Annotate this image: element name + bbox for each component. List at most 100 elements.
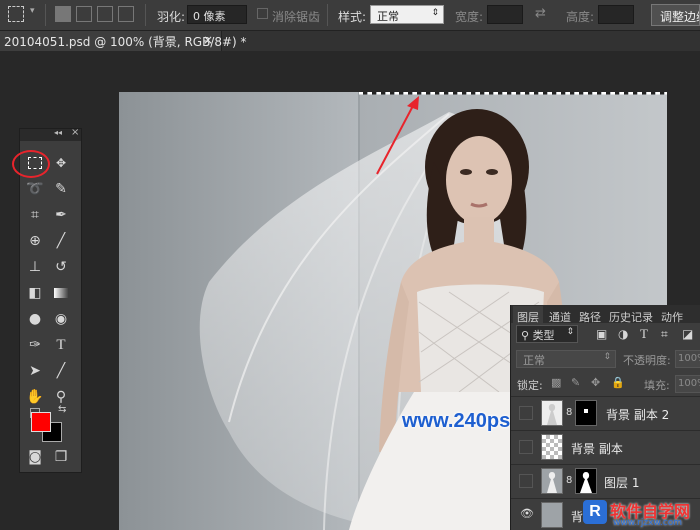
- layer-thumbnail: [541, 434, 563, 460]
- close-icon[interactable]: ×: [71, 127, 79, 138]
- tab-paths[interactable]: 路径: [579, 309, 601, 325]
- blend-mode-select[interactable]: 正常 ⇕: [516, 350, 616, 368]
- feather-input[interactable]: 0 像素: [187, 5, 247, 24]
- blur-tool[interactable]: ●: [25, 309, 45, 329]
- fill-input[interactable]: 100%: [675, 375, 700, 393]
- collapse-icon[interactable]: ◂◂: [54, 128, 62, 137]
- smart-object-filter-icon[interactable]: ◪: [682, 327, 693, 341]
- tab-history[interactable]: 历史记录: [609, 309, 653, 325]
- type-tool[interactable]: T: [51, 335, 71, 355]
- bride-photo-icon: [547, 472, 557, 493]
- tab-actions[interactable]: 动作: [661, 309, 683, 325]
- drop-icon: ●: [28, 311, 42, 327]
- crop-icon: ⌗: [31, 207, 39, 223]
- eyedropper-tool[interactable]: ✒: [51, 205, 71, 225]
- line-tool[interactable]: ╱: [51, 361, 71, 381]
- add-to-selection-icon[interactable]: [76, 6, 92, 22]
- dodge-tool[interactable]: ◉: [51, 309, 71, 329]
- visibility-toggle[interactable]: [519, 474, 533, 488]
- healing-brush-tool[interactable]: ⊕: [25, 231, 45, 251]
- style-select[interactable]: 正常 ⇕: [370, 5, 444, 24]
- screen-mode-button[interactable]: ❐: [51, 447, 71, 467]
- search-icon: ⚲: [521, 329, 533, 342]
- quick-selection-tool[interactable]: ✎: [51, 179, 71, 199]
- eraser-tool[interactable]: ◧: [25, 283, 45, 303]
- opacity-input[interactable]: 100%: [675, 350, 700, 368]
- layer-row[interactable]: 背景 副本: [511, 430, 700, 464]
- visibility-toggle[interactable]: [519, 440, 533, 454]
- visibility-toggle[interactable]: [519, 406, 533, 420]
- brush-tool[interactable]: ╱: [51, 231, 71, 251]
- image-filter-icon[interactable]: ▣: [596, 327, 607, 341]
- site-logo: R 软件自学网 www.rjzxw.com: [583, 497, 700, 530]
- layer-thumbnail: [541, 468, 563, 494]
- close-icon[interactable]: ×: [203, 33, 213, 47]
- preset-dropdown-icon[interactable]: ▾: [30, 6, 35, 16]
- mask-dot: [584, 409, 588, 413]
- link-icon[interactable]: 8: [566, 475, 572, 486]
- lock-label: 锁定:: [517, 379, 543, 392]
- type-filter-icon[interactable]: T: [640, 326, 648, 342]
- adjustment-filter-icon[interactable]: ◑: [618, 327, 628, 341]
- layer-thumbnail: [541, 502, 563, 528]
- layer-row[interactable]: 8 背景 副本 2: [511, 396, 700, 430]
- swap-dimensions-icon[interactable]: ⇄: [535, 6, 546, 21]
- foreground-color-swatch[interactable]: [31, 412, 51, 432]
- layer-name: 背景 副本 2: [606, 408, 670, 422]
- brush-icon: ╱: [56, 233, 66, 249]
- bandage-icon: ⊕: [29, 233, 41, 249]
- layer-row[interactable]: 8 图层 1: [511, 464, 700, 498]
- hand-tool[interactable]: ✋: [25, 387, 45, 407]
- subtract-from-selection-icon[interactable]: [97, 6, 113, 22]
- type-icon: T: [56, 336, 66, 353]
- height-input[interactable]: [598, 5, 634, 24]
- width-label: 宽度:: [455, 10, 484, 24]
- quick-selection-icon: ✎: [55, 181, 67, 197]
- path-selection-tool[interactable]: ➤: [25, 361, 45, 381]
- chevron-down-icon: ⇕: [566, 327, 574, 337]
- pen-tool[interactable]: ✑: [25, 335, 45, 355]
- fill-label: 填充:: [644, 379, 670, 392]
- antialias-checkbox[interactable]: [257, 8, 268, 19]
- lock-position-icon[interactable]: ✥: [591, 376, 600, 389]
- tab-channels[interactable]: 通道: [549, 309, 571, 325]
- lasso-tool[interactable]: ➰: [25, 179, 45, 199]
- hand-icon: ✋: [26, 389, 44, 405]
- history-brush-tool[interactable]: ↺: [51, 257, 71, 277]
- marquee-tool-preset-icon[interactable]: [8, 6, 24, 22]
- lock-all-icon[interactable]: 🔒: [611, 376, 625, 389]
- tab-layers[interactable]: 图层: [517, 309, 539, 325]
- chevron-down-icon: ⇕: [431, 8, 439, 18]
- crop-tool[interactable]: ⌗: [25, 205, 45, 225]
- layer-thumbnail: [541, 400, 563, 426]
- refine-edge-button[interactable]: 调整边缘: [651, 4, 700, 26]
- new-selection-icon[interactable]: [55, 6, 71, 22]
- toolbox-header: ◂◂ ×: [20, 127, 81, 141]
- lock-pixels-icon[interactable]: ✎: [571, 376, 580, 389]
- screen-mode-icon: ❐: [54, 449, 68, 465]
- gradient-icon: [54, 288, 68, 298]
- eye-icon[interactable]: 👁: [520, 507, 534, 520]
- gradient-tool[interactable]: [51, 283, 71, 303]
- shape-filter-icon[interactable]: ⌗: [661, 327, 668, 342]
- intersect-selection-icon[interactable]: [118, 6, 134, 22]
- layer-name: 图层 1: [604, 476, 640, 490]
- logo-badge-icon: R: [583, 500, 607, 524]
- toolbox-panel: ◂◂ × ✥ ➰ ✎ ⌗ ✒ ⊕ ╱ ⊥ ↺ ◧ ● ◉ ✑ T ➤ ╱ ✋ ⚲…: [12, 127, 82, 473]
- pen-icon: ✑: [29, 337, 41, 353]
- move-tool[interactable]: ✥: [51, 153, 71, 173]
- lock-transparent-icon[interactable]: ▩: [551, 376, 561, 389]
- clone-stamp-tool[interactable]: ⊥: [25, 257, 45, 277]
- quick-mask-button[interactable]: ◙: [25, 447, 45, 467]
- dodge-icon: ◉: [54, 311, 68, 327]
- antialias-label: 消除锯齿: [272, 10, 321, 24]
- swap-colors-icon[interactable]: ⇆: [58, 404, 66, 415]
- line-icon: ╱: [56, 363, 66, 379]
- link-icon[interactable]: 8: [566, 407, 572, 418]
- quick-mask-icon: ◙: [28, 449, 42, 465]
- filter-kind-select[interactable]: ⚲ 类型 ⇕: [516, 325, 578, 343]
- document-tab[interactable]: 20104051.psd @ 100% (背景, RGB/8#) * ×: [0, 31, 247, 51]
- layer-name: 背景 副本: [571, 442, 623, 456]
- width-input[interactable]: [487, 5, 523, 24]
- zoom-icon: ⚲: [55, 389, 67, 405]
